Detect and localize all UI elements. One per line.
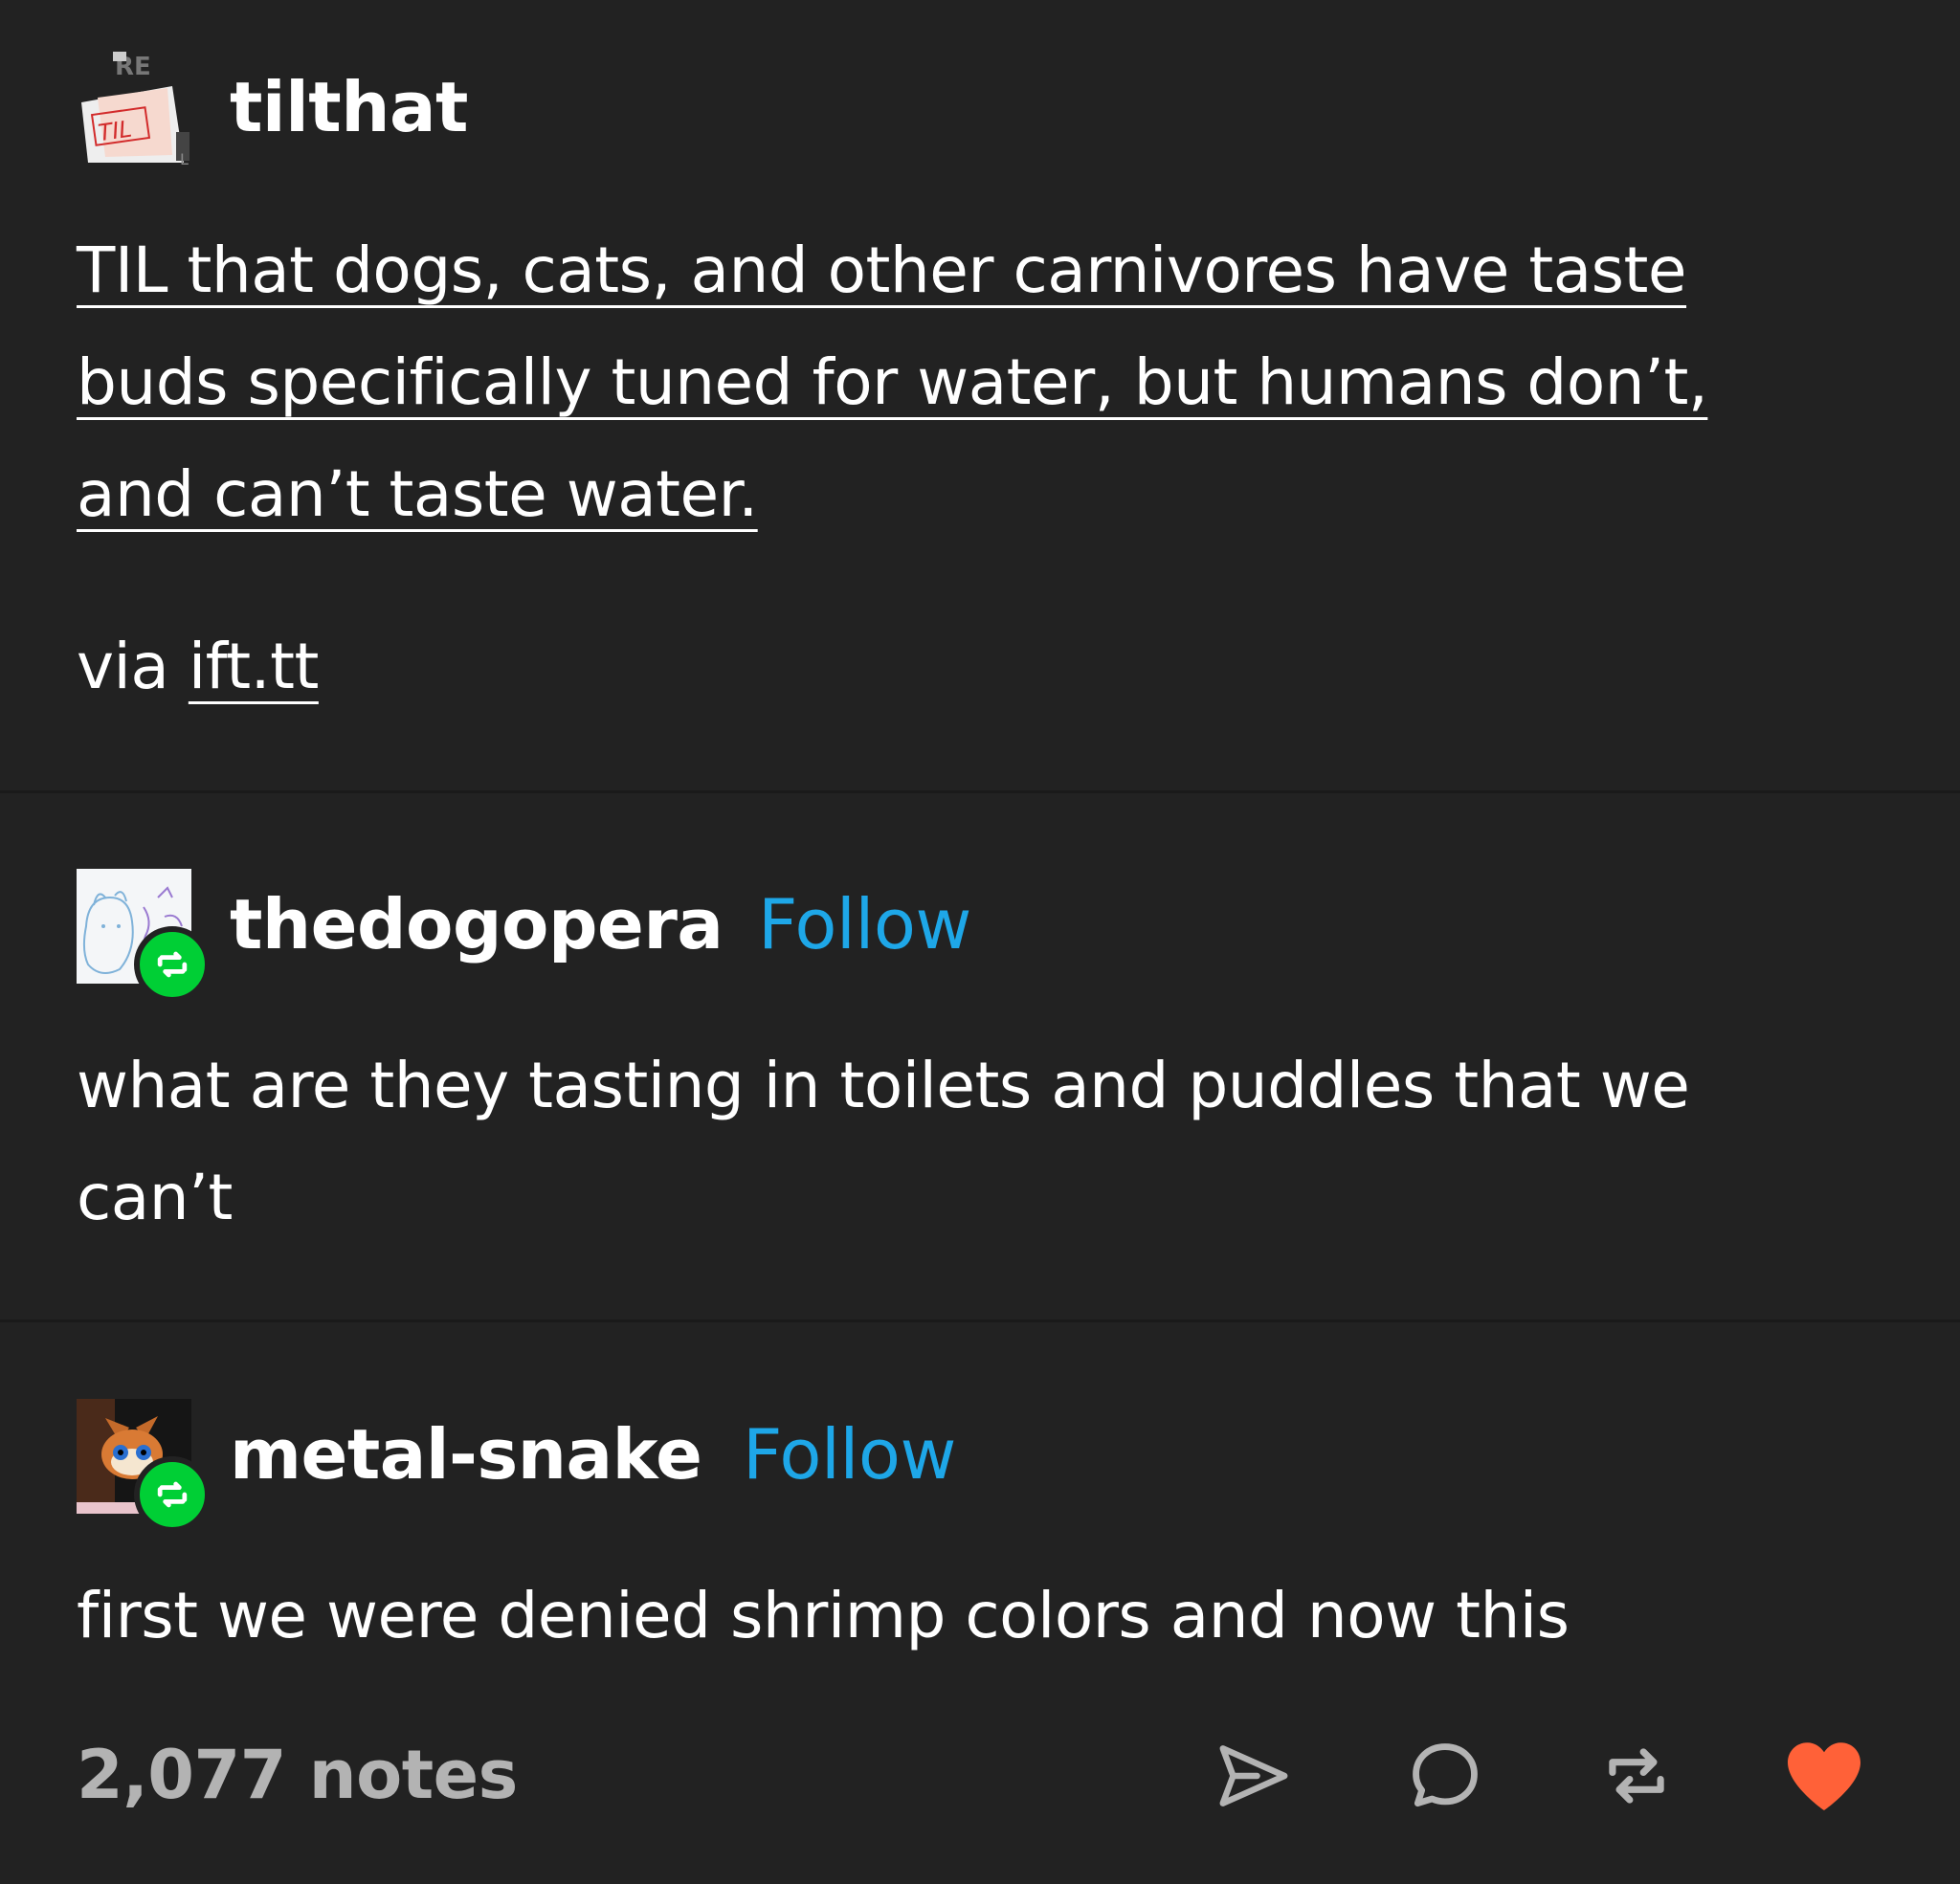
title-link-line-3[interactable]: and can’t taste water. xyxy=(77,457,758,531)
reply-button[interactable] xyxy=(1399,1730,1491,1822)
divider xyxy=(0,1319,1960,1322)
reblog-badge xyxy=(134,1456,211,1533)
svg-text:L: L xyxy=(180,150,189,165)
reply-icon xyxy=(1413,1743,1478,1807)
reblog-badge-icon xyxy=(157,1481,188,1508)
follow-button[interactable]: Follow xyxy=(758,886,971,963)
reblog-comment-line: what are they tasting in toilets and pud… xyxy=(77,1049,1690,1122)
notes-count[interactable]: 2,077 notes xyxy=(77,1737,518,1813)
reblogger-username[interactable]: thedogopera xyxy=(230,886,724,963)
tilthat-avatar[interactable]: RE TIL L xyxy=(77,50,191,165)
reblogger-username[interactable]: metal-snake xyxy=(230,1416,702,1493)
svg-text:TIL: TIL xyxy=(97,116,134,147)
source-attribution: via ift.tt xyxy=(77,610,1895,722)
follow-button[interactable]: Follow xyxy=(743,1416,956,1493)
reblog-comment-line: first we were denied shrimp colors and n… xyxy=(77,1579,1570,1652)
send-icon xyxy=(1219,1745,1288,1806)
reblog-badge xyxy=(134,926,211,1003)
original-post-title: TIL that dogs, cats, and other carnivore… xyxy=(77,214,1895,550)
reblog-button[interactable] xyxy=(1591,1730,1682,1822)
reblog-icon xyxy=(1609,1748,1664,1804)
via-prefix: via xyxy=(77,630,189,703)
reblog-comment: what are they tasting in toilets and pud… xyxy=(77,1030,1895,1253)
title-link-line-2[interactable]: buds specifically tuned for water, but h… xyxy=(77,345,1708,419)
reblog-comment: first we were denied shrimp colors and n… xyxy=(77,1560,1895,1672)
title-link-line-1[interactable]: TIL that dogs, cats, and other carnivore… xyxy=(77,233,1687,307)
post: RE TIL L tilthat TIL that dogs, cats, an… xyxy=(0,0,1960,1884)
divider xyxy=(0,790,1960,793)
heart-icon xyxy=(1788,1742,1860,1810)
like-button[interactable] xyxy=(1778,1730,1870,1822)
share-button[interactable] xyxy=(1208,1730,1300,1822)
reblog-badge-icon xyxy=(157,951,188,978)
reblog-comment-line: can’t xyxy=(77,1161,233,1234)
original-poster-username[interactable]: tilthat xyxy=(230,69,468,145)
til-logo-icon: RE TIL L xyxy=(77,50,191,165)
via-link[interactable]: ift.tt xyxy=(189,630,320,703)
